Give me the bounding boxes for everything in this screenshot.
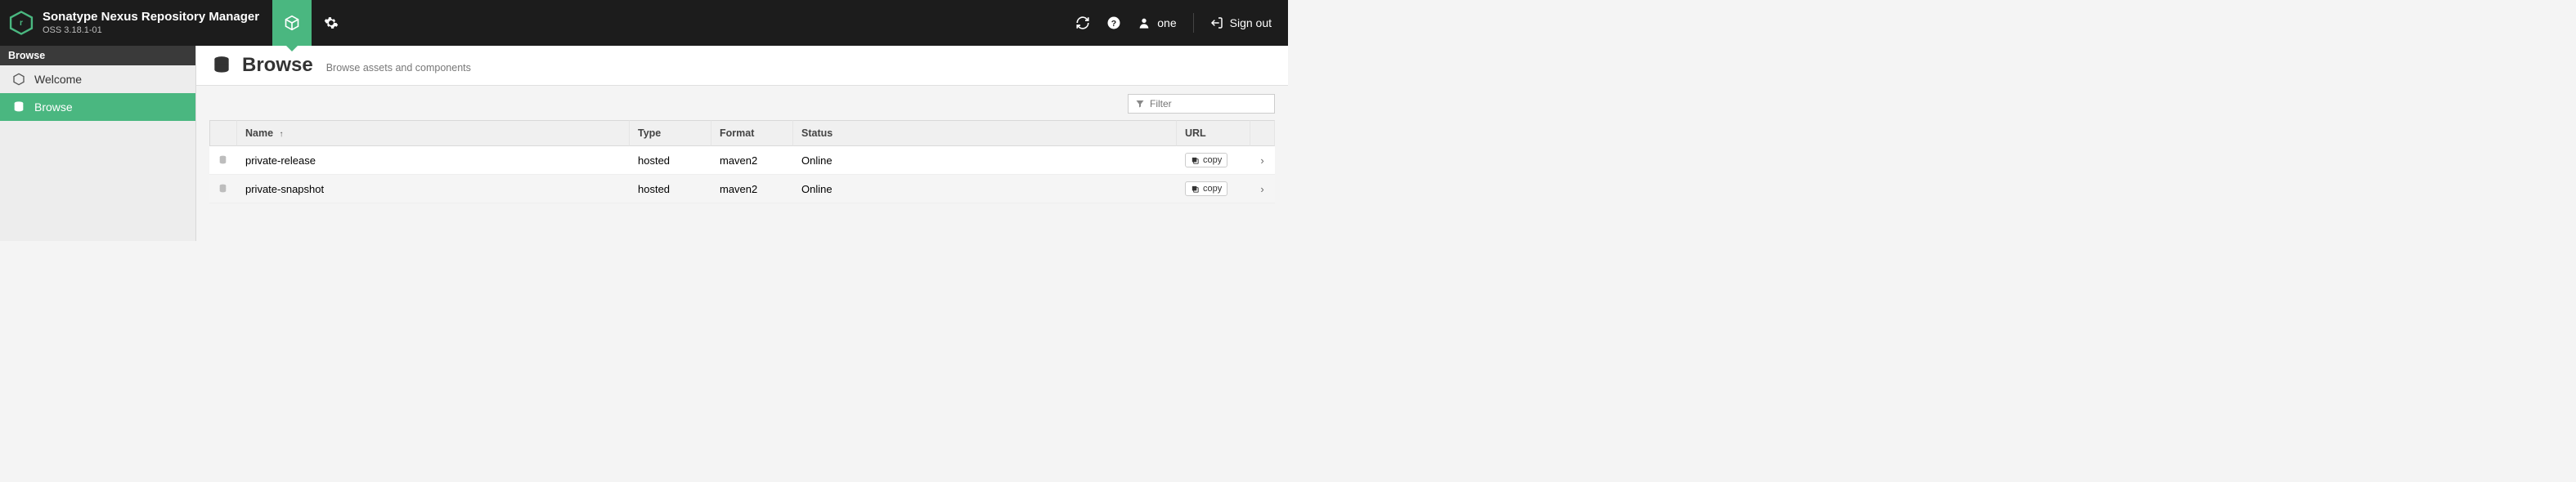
admin-mode-button[interactable]	[312, 0, 351, 46]
page-header: Browse Browse assets and components	[196, 46, 1288, 86]
repo-name: private-snapshot	[237, 175, 630, 203]
sidebar-item-label: Welcome	[34, 73, 82, 86]
app-version: OSS 3.18.1-01	[43, 25, 259, 36]
help-icon: ?	[1106, 16, 1121, 30]
repo-status: Online	[793, 146, 1177, 174]
col-icon	[209, 120, 237, 146]
repo-icon	[209, 175, 237, 203]
gear-icon	[324, 16, 339, 30]
copy-icon	[1191, 185, 1200, 194]
repo-type: hosted	[630, 175, 711, 203]
toolbar	[196, 86, 1288, 120]
user-label: one	[1157, 16, 1176, 29]
copy-icon	[1191, 156, 1200, 165]
filter-box[interactable]	[1128, 94, 1275, 114]
chevron-right-icon[interactable]: ›	[1250, 146, 1275, 174]
repo-format: maven2	[711, 146, 793, 174]
refresh-icon	[1075, 16, 1090, 30]
nexus-logo-icon: r	[8, 10, 34, 36]
content: Browse Browse assets and components Name…	[196, 46, 1288, 241]
database-icon	[211, 55, 232, 76]
refresh-button[interactable]	[1075, 16, 1090, 30]
col-arrow	[1250, 120, 1275, 146]
browse-mode-button[interactable]	[272, 0, 312, 46]
repo-icon	[209, 146, 237, 174]
app-header: r Sonatype Nexus Repository Manager OSS …	[0, 0, 1288, 46]
table-row[interactable]: private-snapshot hosted maven2 Online co…	[209, 175, 1275, 203]
repo-name: private-release	[237, 146, 630, 174]
signout-label: Sign out	[1230, 16, 1272, 29]
app-title: Sonatype Nexus Repository Manager	[43, 10, 259, 24]
col-url[interactable]: URL	[1177, 120, 1250, 146]
page-title: Browse	[242, 54, 313, 77]
repositories-table: Name ↑ Type Format Status URL	[209, 120, 1275, 203]
database-icon	[11, 100, 26, 114]
divider	[1193, 13, 1194, 33]
table-row[interactable]: private-release hosted maven2 Online cop…	[209, 146, 1275, 175]
sidebar-item-browse[interactable]: Browse	[0, 93, 195, 121]
col-status[interactable]: Status	[793, 120, 1177, 146]
signout-button[interactable]: Sign out	[1210, 16, 1272, 29]
svg-text:?: ?	[1111, 19, 1116, 29]
repo-type: hosted	[630, 146, 711, 174]
signout-icon	[1210, 16, 1223, 29]
user-icon	[1138, 16, 1151, 29]
svg-text:r: r	[20, 19, 23, 28]
repo-format: maven2	[711, 175, 793, 203]
hexagon-icon	[11, 72, 26, 87]
sidebar-item-label: Browse	[34, 100, 73, 114]
copy-url-button[interactable]: copy	[1185, 153, 1227, 167]
col-format[interactable]: Format	[711, 120, 793, 146]
repo-status: Online	[793, 175, 1177, 203]
help-button[interactable]: ?	[1106, 16, 1121, 30]
col-type[interactable]: Type	[630, 120, 711, 146]
header-mode-switch	[272, 0, 351, 46]
table-header-row: Name ↑ Type Format Status URL	[209, 120, 1275, 146]
sort-asc-icon: ↑	[280, 130, 284, 139]
copy-url-button[interactable]: copy	[1185, 181, 1227, 196]
sidebar: Browse Welcome Browse	[0, 46, 196, 241]
table-body: private-release hosted maven2 Online cop…	[209, 146, 1275, 203]
sidebar-item-welcome[interactable]: Welcome	[0, 65, 195, 93]
brand: r Sonatype Nexus Repository Manager OSS …	[0, 0, 272, 46]
user-menu[interactable]: one	[1138, 16, 1176, 29]
header-right: ? one Sign out	[1059, 0, 1288, 46]
page-subtitle: Browse assets and components	[326, 62, 471, 74]
filter-icon	[1135, 99, 1145, 109]
sidebar-header: Browse	[0, 46, 195, 65]
chevron-right-icon[interactable]: ›	[1250, 175, 1275, 203]
cube-icon	[284, 15, 300, 31]
filter-input[interactable]	[1150, 98, 1277, 109]
col-name[interactable]: Name ↑	[237, 120, 630, 146]
